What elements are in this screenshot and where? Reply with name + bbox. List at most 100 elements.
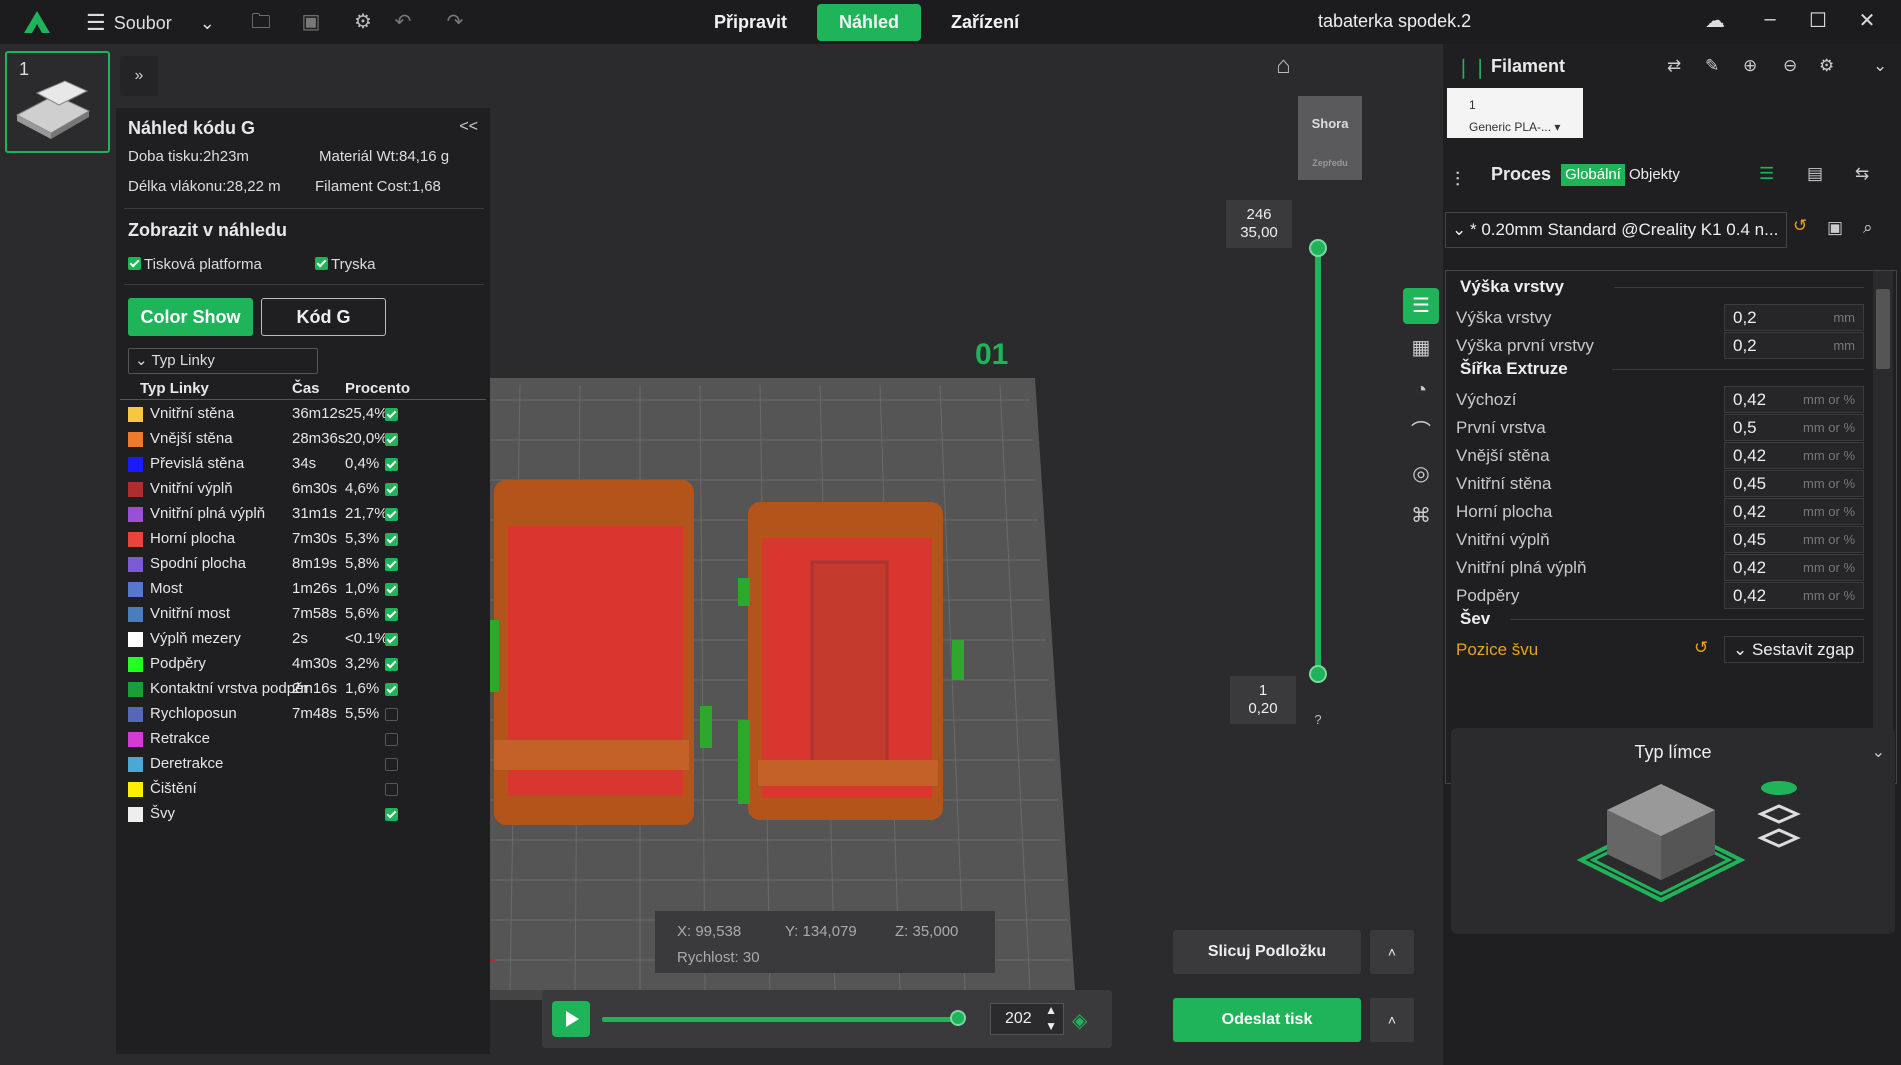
send-print-button[interactable]: Odeslat tisk: [1173, 998, 1361, 1042]
option-nozzle[interactable]: Tryska: [315, 256, 375, 273]
close-icon[interactable]: ✕: [1852, 8, 1882, 33]
checkbox-checked-icon[interactable]: [385, 633, 398, 646]
legend-visibility-toggle[interactable]: [385, 432, 401, 449]
legend-visibility-toggle[interactable]: [385, 407, 401, 424]
search-icon[interactable]: ⌕: [1863, 218, 1873, 238]
open-folder-icon[interactable]: 🗀: [248, 10, 274, 34]
help-icon[interactable]: ?: [1310, 712, 1326, 728]
layer-slider-bottom-handle[interactable]: [1309, 665, 1327, 683]
list-icon[interactable]: ▤: [1807, 164, 1823, 184]
minimize-icon[interactable]: –: [1755, 8, 1785, 31]
legend-visibility-toggle[interactable]: [385, 782, 401, 799]
expand-panel-button[interactable]: »: [120, 56, 158, 96]
cloud-upload-icon[interactable]: ☁: [1700, 8, 1730, 33]
filament-slot[interactable]: 1 Generic PLA-... ▾: [1447, 88, 1583, 138]
home-icon[interactable]: ⌂: [1276, 52, 1291, 80]
add-icon[interactable]: ⊕: [1743, 56, 1757, 76]
save-icon[interactable]: ▣: [298, 10, 324, 34]
file-menu[interactable]: ☰ Soubor ⌄: [86, 10, 215, 36]
speed-icon[interactable]: ◔: [1403, 372, 1439, 408]
param-input[interactable]: 0,42 mm or %: [1724, 442, 1864, 469]
param-input[interactable]: 0,42 mm or %: [1724, 554, 1864, 581]
filament-icon[interactable]: ⌒: [1403, 414, 1439, 450]
tab-preview[interactable]: Náhled: [817, 4, 922, 41]
remove-icon[interactable]: ⊖: [1783, 56, 1797, 76]
undo-icon[interactable]: ↶: [390, 10, 416, 34]
checkbox-checked-icon[interactable]: [385, 433, 398, 446]
checkbox-checked-icon[interactable]: [385, 808, 398, 821]
move-slider-track[interactable]: [602, 1017, 960, 1022]
param-input[interactable]: 0,5 mm or %: [1724, 414, 1864, 441]
checkbox-unchecked-icon[interactable]: [385, 733, 398, 746]
grid-icon[interactable]: ▦: [1403, 330, 1439, 366]
checkbox-checked-icon[interactable]: [385, 558, 398, 571]
move-slider-handle[interactable]: [950, 1010, 966, 1026]
chevron-down-icon[interactable]: ⌄: [1872, 742, 1885, 762]
legend-visibility-toggle[interactable]: [385, 582, 401, 599]
checkbox-checked-icon[interactable]: [385, 583, 398, 596]
vertical-scrollbar[interactable]: [1873, 271, 1893, 783]
legend-visibility-toggle[interactable]: [385, 657, 401, 674]
legend-visibility-toggle[interactable]: [385, 757, 401, 774]
checkbox-checked-icon[interactable]: [385, 658, 398, 671]
gear-icon[interactable]: ⚙: [1819, 56, 1834, 76]
plate-thumbnail[interactable]: 1: [5, 51, 110, 153]
legend-visibility-toggle[interactable]: [385, 457, 401, 474]
legend-visibility-toggle[interactable]: [385, 557, 401, 574]
collapse-icon[interactable]: ⌄: [1873, 56, 1887, 76]
redo-icon[interactable]: ↷: [442, 10, 468, 34]
legend-visibility-toggle[interactable]: [385, 707, 401, 724]
param-input[interactable]: 0,42 mm or %: [1724, 498, 1864, 525]
legend-visibility-toggle[interactable]: [385, 507, 401, 524]
checkbox-checked-icon[interactable]: [385, 458, 398, 471]
view-type-select[interactable]: ⌄ Typ Linky: [128, 348, 318, 374]
maximize-icon[interactable]: ☐: [1803, 8, 1833, 33]
layers-stack-icon[interactable]: ◈: [1072, 1008, 1087, 1033]
reset-icon[interactable]: ↺: [1694, 638, 1708, 658]
checkbox-checked-icon[interactable]: [385, 608, 398, 621]
sync-icon[interactable]: ⇄: [1667, 56, 1681, 76]
tune-icon[interactable]: ☰: [1759, 164, 1774, 184]
move-value-input[interactable]: 202 ▲ ▼: [990, 1003, 1064, 1035]
param-input[interactable]: 0,42 mm or %: [1724, 582, 1864, 609]
collapse-button[interactable]: <<: [459, 118, 478, 136]
param-input[interactable]: 0,2 mm: [1724, 304, 1864, 331]
param-input[interactable]: 0,2 mm: [1724, 332, 1864, 359]
layers-icon[interactable]: ☰: [1403, 288, 1439, 324]
checkbox-unchecked-icon[interactable]: [385, 783, 398, 796]
target-icon[interactable]: ◎: [1403, 456, 1439, 492]
command-icon[interactable]: ⌘: [1403, 498, 1439, 534]
view-cube[interactable]: Shora Zepředu: [1298, 96, 1362, 180]
layer-slider-top-handle[interactable]: [1309, 239, 1327, 257]
slice-options-button[interactable]: ˄: [1370, 930, 1414, 974]
legend-visibility-toggle[interactable]: [385, 732, 401, 749]
gear-icon[interactable]: ⚙: [350, 10, 376, 34]
legend-visibility-toggle[interactable]: [385, 632, 401, 649]
checkbox-checked-icon[interactable]: [385, 483, 398, 496]
scrollbar-thumb[interactable]: [1876, 289, 1890, 369]
checkbox-checked-icon[interactable]: [385, 683, 398, 696]
checkbox-checked-icon[interactable]: [385, 533, 398, 546]
tab-global[interactable]: Globální: [1561, 164, 1625, 186]
save-preset-icon[interactable]: ▣: [1827, 218, 1843, 238]
param-input[interactable]: 0,45 mm or %: [1724, 470, 1864, 497]
checkbox-unchecked-icon[interactable]: [385, 758, 398, 771]
param-input[interactable]: 0,45 mm or %: [1724, 526, 1864, 553]
color-show-button[interactable]: Color Show: [128, 298, 253, 336]
play-button[interactable]: [552, 1001, 590, 1037]
seam-position-select[interactable]: ⌄ Sestavit zgap: [1724, 636, 1864, 663]
checkbox-checked-icon[interactable]: [385, 408, 398, 421]
process-preset-select[interactable]: ⌄ * 0.20mm Standard @Creality K1 0.4 n..…: [1445, 212, 1787, 248]
send-options-button[interactable]: ˄: [1370, 998, 1414, 1042]
param-input[interactable]: 0,42 mm or %: [1724, 386, 1864, 413]
slice-plate-button[interactable]: Slicuj Podložku: [1173, 930, 1361, 974]
brush-icon[interactable]: ✎: [1705, 56, 1719, 76]
reset-icon[interactable]: ↺: [1793, 216, 1807, 236]
checkbox-unchecked-icon[interactable]: [385, 708, 398, 721]
tab-prepare[interactable]: Připravit: [692, 4, 809, 41]
tab-device[interactable]: Zařízení: [929, 4, 1041, 41]
legend-visibility-toggle[interactable]: [385, 607, 401, 624]
legend-visibility-toggle[interactable]: [385, 482, 401, 499]
option-platform[interactable]: Tisková platforma: [128, 256, 262, 273]
legend-visibility-toggle[interactable]: [385, 807, 401, 824]
